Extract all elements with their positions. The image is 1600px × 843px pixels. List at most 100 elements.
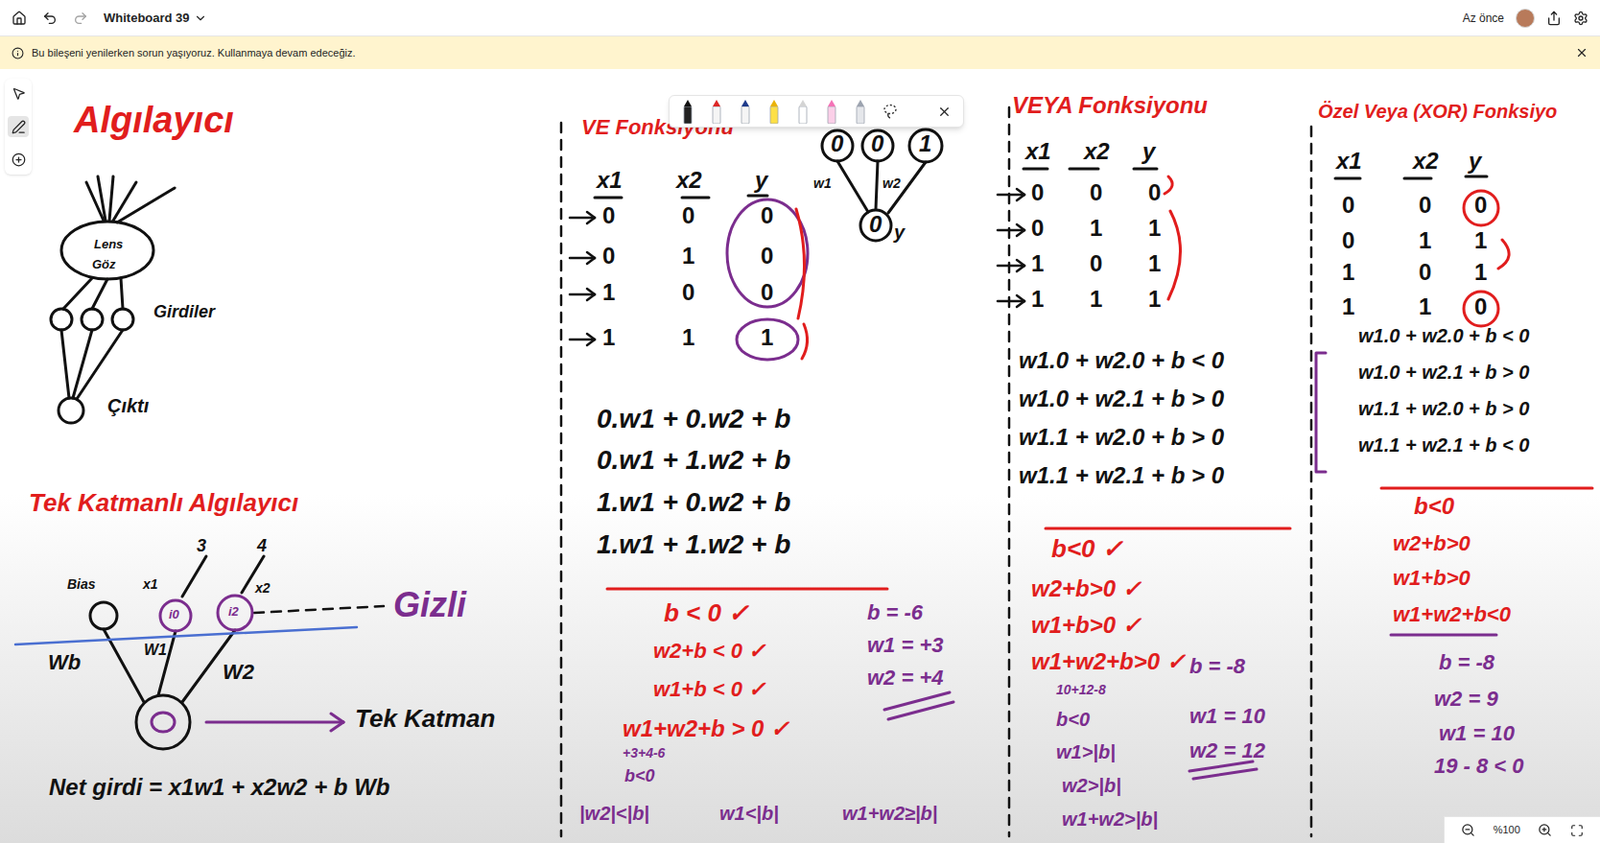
add-icon[interactable]	[11, 152, 26, 167]
table-header[interactable]: x2	[676, 168, 703, 192]
ink-note[interactable]: 1.w1 + 1.w2 + b	[596, 531, 791, 559]
ink-note[interactable]: Gizli	[393, 588, 467, 623]
ink-note[interactable]: b<0 ✓	[1051, 536, 1124, 562]
settings-icon[interactable]	[1573, 10, 1589, 26]
ink-note[interactable]: VEYA Fonksiyonu	[1011, 94, 1208, 118]
table-header[interactable]: x2	[1083, 140, 1110, 164]
ink-note[interactable]: w1.1 + w2.0 + b > 0	[1358, 399, 1530, 419]
ink-note[interactable]: Tek Katmanlı Algılayıcı	[28, 490, 299, 516]
ink-note[interactable]: w1.1 + w2.1 + b < 0	[1358, 435, 1530, 455]
ink-note[interactable]: w1 = 10	[1189, 705, 1266, 728]
ink-note[interactable]: y	[894, 222, 905, 242]
table-cell[interactable]: 1	[1031, 287, 1044, 311]
table-cell[interactable]: 1	[1089, 287, 1103, 311]
lasso-icon[interactable]	[882, 103, 898, 119]
table-cell[interactable]: 1	[682, 326, 695, 350]
ink-note[interactable]: 10+12-8	[1056, 682, 1106, 697]
undo-icon[interactable]	[42, 10, 58, 26]
ink-note[interactable]: w1.1 + w2.1 + b > 0	[1018, 464, 1224, 488]
zoom-in-icon[interactable]	[1537, 823, 1553, 838]
table-cell[interactable]: 1	[1148, 216, 1161, 240]
ink-note[interactable]: Lens	[94, 237, 123, 251]
table-cell[interactable]: 1	[1418, 295, 1432, 319]
close-icon[interactable]	[1575, 46, 1589, 60]
table-cell[interactable]: 0	[1341, 229, 1355, 253]
ink-note[interactable]: b = -8	[1438, 652, 1495, 674]
ink-note[interactable]: w2	[882, 176, 901, 190]
ink-note[interactable]: w1.0 + w2.0 + b < 0	[1358, 326, 1530, 346]
ink-note[interactable]: w2+b < 0 ✓	[653, 640, 766, 662]
ink-note[interactable]: x2	[255, 581, 271, 595]
table-cell[interactable]: 0	[1031, 181, 1044, 205]
ink-note[interactable]: w1	[813, 176, 832, 190]
canvas[interactable]: AlgılayıcıLensGözGirdilerÇıktıTek Katman…	[0, 69, 1600, 843]
ink-note[interactable]: 0	[870, 132, 884, 156]
ink-note[interactable]: b<0	[624, 767, 656, 785]
table-header[interactable]: y	[754, 168, 768, 192]
pen-icon[interactable]	[738, 98, 753, 124]
table-header[interactable]: x2	[1412, 149, 1439, 173]
table-cell[interactable]: 1	[1148, 287, 1161, 311]
table-cell[interactable]: 0	[602, 244, 615, 268]
pen-icon[interactable]	[681, 98, 695, 124]
ink-note[interactable]: 3	[196, 537, 207, 555]
table-cell[interactable]: 0	[682, 281, 695, 305]
table-cell[interactable]: 0	[1474, 193, 1487, 217]
pen-icon[interactable]	[11, 119, 26, 135]
ink-note[interactable]: w1+w2+b<0	[1392, 604, 1511, 626]
ink-note[interactable]: b<0	[1413, 494, 1455, 518]
ink-note[interactable]: Tek Katman	[354, 705, 495, 731]
table-cell[interactable]: 0	[1148, 181, 1161, 205]
table-cell[interactable]: 0	[1474, 295, 1487, 319]
ink-note[interactable]: W2	[222, 661, 255, 683]
ink-note[interactable]: 1	[918, 132, 932, 156]
table-cell[interactable]: 0	[682, 204, 695, 228]
table-header[interactable]: x1	[1336, 149, 1363, 173]
ink-note[interactable]: Algılayıcı	[73, 101, 235, 139]
ink-note[interactable]: w2>|b|	[1061, 776, 1122, 796]
table-header[interactable]: y	[1142, 140, 1155, 164]
ink-note[interactable]: Göz	[92, 258, 117, 271]
ink-note[interactable]: w2 = 9	[1434, 688, 1499, 710]
ink-note[interactable]: Wb	[47, 652, 81, 674]
table-cell[interactable]: 0	[760, 204, 774, 228]
ink-note[interactable]: 0.w1 + 0.w2 + b	[596, 405, 791, 433]
ink-note[interactable]: b<0	[1056, 709, 1090, 730]
ink-note[interactable]: w1.0 + w2.1 + b > 0	[1358, 362, 1530, 382]
ink-note[interactable]: w2+b>0	[1392, 533, 1471, 555]
table-header[interactable]: x1	[596, 168, 623, 192]
table-cell[interactable]: 1	[1341, 260, 1355, 284]
ink-note[interactable]: 0	[869, 212, 882, 236]
ink-note[interactable]: w1+w2+b>0 ✓	[1031, 650, 1186, 674]
ink-note[interactable]: w1>|b|	[1056, 742, 1116, 762]
ink-note[interactable]: w1 = 10	[1438, 723, 1515, 745]
table-cell[interactable]: 1	[1031, 252, 1044, 276]
fit-icon[interactable]	[1570, 823, 1584, 838]
ink-note[interactable]: b = -6	[867, 602, 923, 624]
table-cell[interactable]: 1	[1474, 229, 1487, 253]
close-toolbar-icon[interactable]	[937, 104, 952, 119]
table-cell[interactable]: 1	[682, 244, 695, 268]
ink-note[interactable]: Özel Veya (XOR) Fonksiyo	[1317, 101, 1557, 121]
share-icon[interactable]	[1546, 10, 1562, 26]
table-cell[interactable]: 1	[1341, 295, 1355, 319]
table-cell[interactable]: 1	[1148, 252, 1161, 276]
table-cell[interactable]: 1	[602, 281, 615, 305]
ink-note[interactable]: 4	[257, 537, 267, 555]
ink-note[interactable]: w1<|b|	[719, 803, 779, 824]
ink-note[interactable]: Girdiler	[153, 303, 215, 321]
table-cell[interactable]: 1	[602, 326, 615, 350]
ink-note[interactable]: 0	[830, 132, 844, 156]
table-cell[interactable]: 1	[1418, 229, 1432, 253]
table-cell[interactable]: 1	[1474, 260, 1487, 284]
ink-note[interactable]: w1+w2+b > 0 ✓	[622, 717, 790, 741]
zoom-out-icon[interactable]	[1460, 823, 1476, 838]
ink-note[interactable]: w2 = +4	[867, 667, 944, 689]
table-cell[interactable]: 1	[760, 326, 774, 350]
ink-note[interactable]: Bias	[67, 577, 96, 591]
ink-note[interactable]: i0	[168, 608, 180, 621]
ink-note[interactable]: Net girdi = x1w1 + x2w2 + b Wb	[48, 776, 390, 800]
ink-note[interactable]: x1	[142, 577, 159, 591]
pen-icon[interactable]	[824, 98, 839, 124]
ink-note[interactable]: b < 0 ✓	[663, 600, 750, 626]
